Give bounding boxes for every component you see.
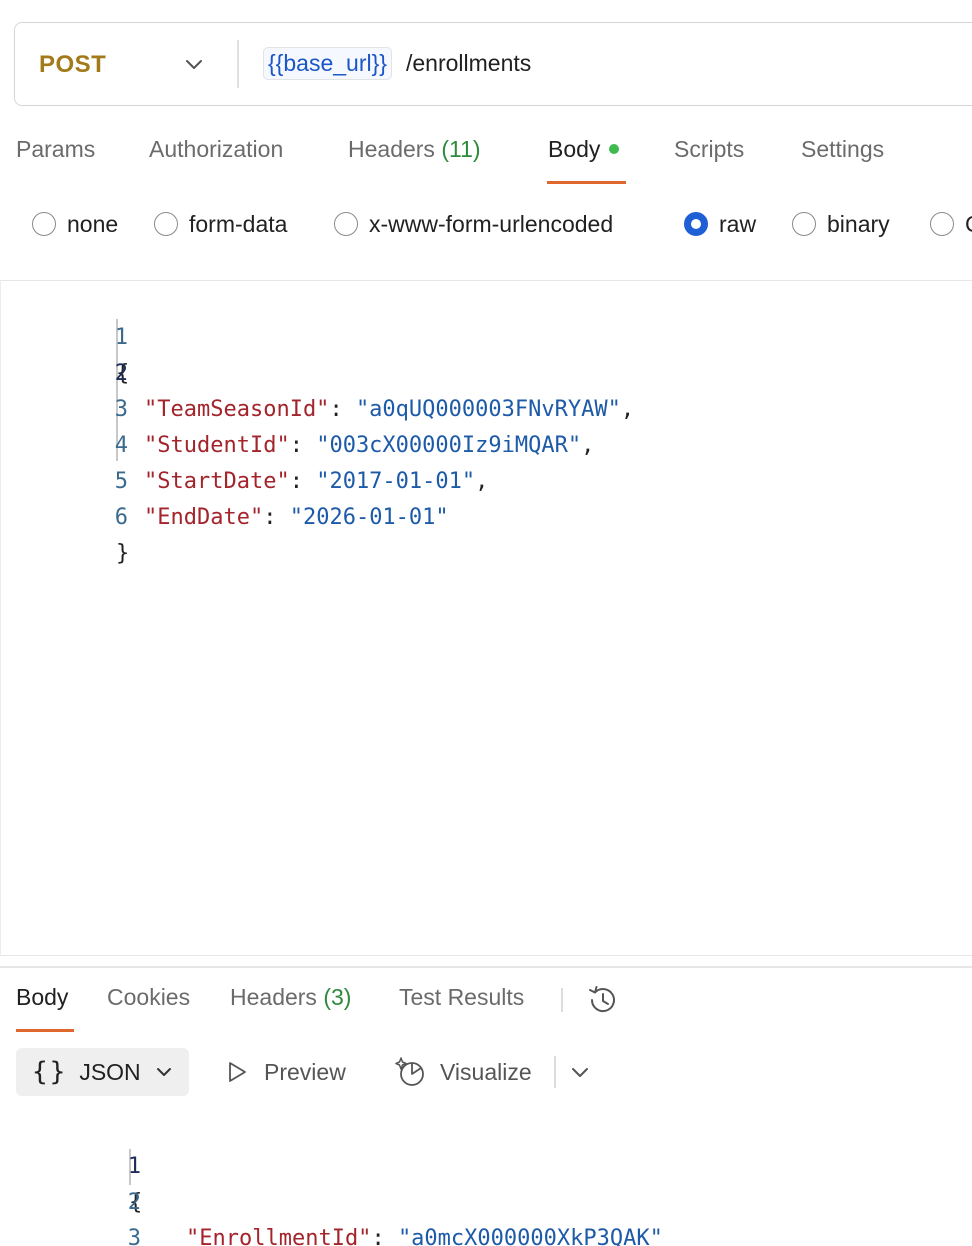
tab-cookies[interactable]: Cookies [107, 984, 190, 1011]
code-line: 3 } [127, 1226, 141, 1246]
tab-authorization[interactable]: Authorization [149, 136, 283, 163]
history-icon[interactable] [584, 982, 620, 1018]
radio-none[interactable]: none [32, 206, 118, 242]
tab-params[interactable]: Params [16, 136, 95, 163]
tab-response-headers-label: Headers [230, 984, 317, 1010]
code-line: 2 "EnrollmentId": "a0mcX000000XkP3QAK" [127, 1190, 663, 1246]
url-variable[interactable]: {{base_url}} [263, 47, 392, 80]
visualize-label: Visualize [440, 1058, 532, 1085]
radio-raw[interactable]: raw [684, 206, 756, 242]
preview-button[interactable]: Preview [224, 1052, 346, 1092]
tab-body-label: Body [548, 136, 601, 162]
tab-response-body[interactable]: Body [16, 984, 68, 1011]
url-bar: POST {{base_url}} /enrollments [14, 22, 972, 106]
radio-circle[interactable] [334, 212, 358, 236]
code-line: 6 } [114, 505, 130, 566]
preview-label: Preview [264, 1058, 346, 1085]
response-headers-count: (3) [323, 984, 352, 1010]
request-body-editor[interactable]: 1 { 2 "TeamSeasonId": "a0qUQ000003FNvRYA… [0, 280, 972, 956]
tab-scripts[interactable]: Scripts [674, 136, 744, 163]
chevron-down-icon [156, 1068, 171, 1076]
code-line: 1 { [127, 1154, 143, 1215]
tab-headers[interactable]: Headers (11) [348, 136, 481, 163]
radio-circle[interactable] [154, 212, 178, 236]
radio-circle[interactable] [792, 212, 816, 236]
braces-icon: {} [32, 1057, 68, 1087]
radio-circle[interactable] [32, 212, 56, 236]
radio-graphql[interactable]: G [930, 206, 972, 242]
code-line: 2 "TeamSeasonId": "a0qUQ000003FNvRYAW", [114, 361, 635, 422]
code-line: 5 "EndDate": "2026-01-01" [114, 469, 449, 530]
radio-circle-checked[interactable] [684, 212, 708, 236]
code-line: 1 { [114, 325, 130, 386]
tab-divider [561, 988, 563, 1012]
tab-settings[interactable]: Settings [801, 136, 884, 163]
chevron-down-icon[interactable] [181, 51, 207, 77]
tab-headers-label: Headers [348, 136, 435, 162]
radio-circle[interactable] [930, 212, 954, 236]
url-input[interactable]: /enrollments [406, 50, 531, 77]
toolbar-divider [554, 1056, 556, 1088]
code-line: 3 "StudentId": "003cX00000Iz9iMQAR", [114, 397, 595, 458]
chevron-down-icon[interactable] [566, 1058, 594, 1086]
code-line: 4 "StartDate": "2017-01-01", [114, 433, 489, 494]
method-selector[interactable]: POST [39, 51, 106, 79]
active-tab-indicator [16, 1029, 74, 1032]
play-triangle-icon [229, 1062, 246, 1082]
radio-urlencoded[interactable]: x-www-form-urlencoded [334, 206, 613, 242]
radio-form-data[interactable]: form-data [154, 206, 287, 242]
response-separator [0, 966, 972, 968]
status-dot-icon [609, 144, 620, 154]
visualize-button[interactable]: Visualize [394, 1052, 532, 1092]
visualize-sparkle-icon [395, 1057, 424, 1086]
active-tab-indicator [547, 181, 626, 184]
tab-body[interactable]: Body [548, 136, 620, 163]
headers-count: (11) [441, 136, 481, 162]
format-label: JSON [79, 1058, 141, 1085]
url-divider [237, 40, 239, 88]
tab-test-results[interactable]: Test Results [399, 984, 524, 1011]
tab-response-headers[interactable]: Headers (3) [230, 984, 351, 1011]
response-format-dropdown[interactable]: {} JSON [16, 1048, 189, 1096]
radio-binary[interactable]: binary [792, 206, 890, 242]
